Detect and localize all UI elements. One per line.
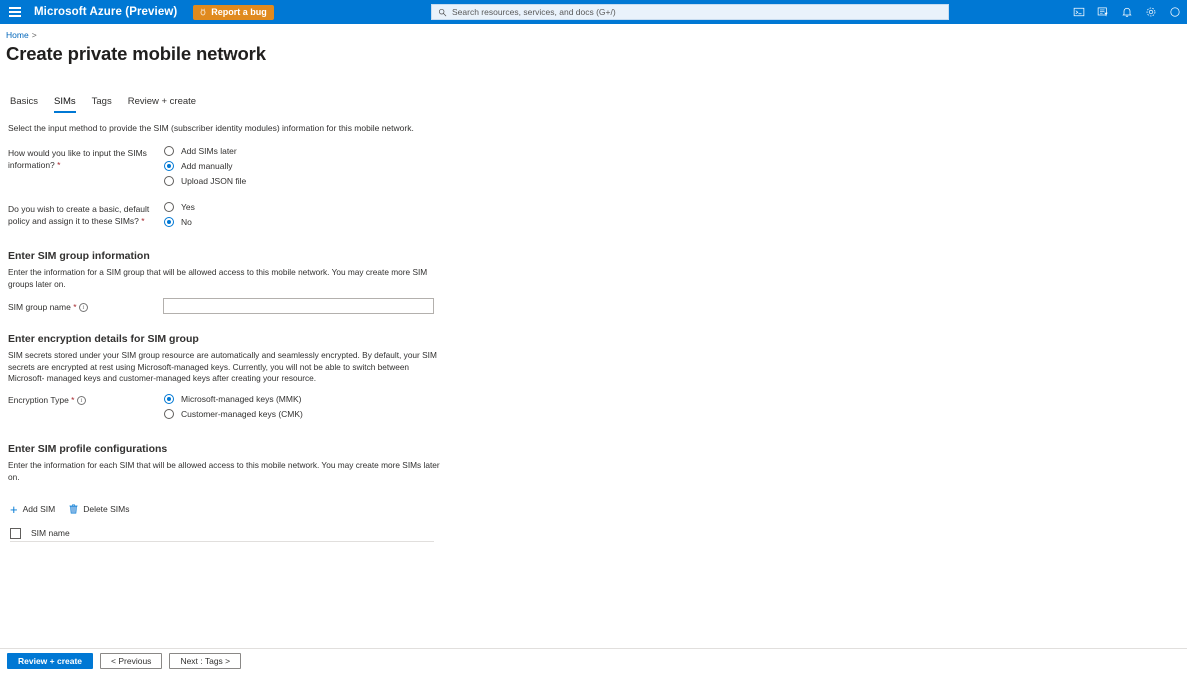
info-icon[interactable]: i bbox=[78, 303, 88, 313]
header-icon-group bbox=[1067, 0, 1187, 24]
radio-label: Customer-managed keys (CMK) bbox=[181, 408, 303, 419]
brand-title[interactable]: Microsoft Azure (Preview) bbox=[34, 6, 177, 18]
default-policy-label-line2: policy and assign it to these SIMs? * bbox=[8, 215, 145, 226]
wizard-footer: Review + create < Previous Next : Tags > bbox=[0, 649, 1187, 673]
add-sim-button[interactable]: + Add SIM bbox=[10, 501, 56, 517]
search-icon bbox=[438, 8, 447, 16]
breadcrumb-item-home[interactable]: Home bbox=[6, 30, 29, 40]
help-icon[interactable] bbox=[1163, 0, 1187, 24]
radio-label: Upload JSON file bbox=[181, 175, 247, 186]
next-tags-button[interactable]: Next : Tags > bbox=[169, 653, 242, 669]
sim-profiles-desc-line1: Enter the information for each SIM that … bbox=[8, 460, 440, 470]
radio-label: No bbox=[181, 216, 192, 227]
hamburger-menu-icon[interactable] bbox=[0, 0, 30, 24]
radio-add-sims-later[interactable]: Add SIMs later bbox=[164, 143, 246, 158]
search-placeholder: Search resources, services, and docs (G+… bbox=[452, 7, 616, 17]
default-policy-radio-group: Yes No bbox=[164, 199, 195, 229]
bug-icon bbox=[200, 8, 206, 16]
notifications-bell-icon[interactable] bbox=[1115, 0, 1139, 24]
sim-group-section-description: Enter the information for a SIM group th… bbox=[8, 267, 438, 290]
radio-label: Yes bbox=[181, 201, 195, 212]
default-policy-label-line1: Do you wish to create a basic, default bbox=[8, 204, 150, 214]
info-icon[interactable]: i bbox=[76, 396, 86, 406]
sim-group-name-label: SIM group name * i bbox=[8, 302, 88, 314]
input-method-label-line2: information? * bbox=[8, 159, 61, 170]
radio-microsoft-managed-keys[interactable]: Microsoft-managed keys (MMK) bbox=[164, 391, 303, 406]
select-all-sims-checkbox[interactable] bbox=[10, 527, 21, 539]
trash-icon bbox=[69, 504, 78, 514]
radio-dot-icon bbox=[164, 393, 174, 404]
sim-group-desc-line2: groups later on. bbox=[8, 278, 66, 289]
radio-customer-managed-keys[interactable]: Customer-managed keys (CMK) bbox=[164, 406, 303, 421]
page-more-menu-icon[interactable]: ··· bbox=[220, 48, 235, 60]
radio-upload-json-file[interactable]: Upload JSON file bbox=[164, 173, 246, 188]
wizard-tabs: Basics SIMs Tags Review + create bbox=[8, 96, 204, 113]
sim-group-desc-line1: Enter the information for a SIM group th… bbox=[8, 267, 428, 277]
sim-group-name-label-text: SIM group name * bbox=[8, 302, 77, 312]
breadcrumb: Home > bbox=[6, 30, 37, 40]
add-sim-label: Add SIM bbox=[22, 504, 56, 514]
sim-profiles-section-description: Enter the information for each SIM that … bbox=[8, 460, 440, 483]
sim-profiles-desc-line2: on. bbox=[8, 471, 20, 482]
breadcrumb-separator: > bbox=[31, 30, 37, 40]
radio-policy-yes[interactable]: Yes bbox=[164, 199, 195, 214]
plus-icon: + bbox=[10, 501, 18, 517]
radio-dot-icon bbox=[164, 216, 174, 227]
radio-label: Microsoft-managed keys (MMK) bbox=[181, 393, 302, 404]
previous-button[interactable]: < Previous bbox=[100, 653, 163, 669]
input-method-label: How would you like to input the SIMs inf… bbox=[8, 148, 153, 171]
radio-dot-icon bbox=[164, 145, 174, 156]
radio-dot-icon bbox=[164, 408, 174, 419]
tab-sims[interactable]: SIMs bbox=[46, 96, 84, 113]
encryption-type-radio-group: Microsoft-managed keys (MMK) Customer-ma… bbox=[164, 391, 303, 421]
radio-dot-icon bbox=[164, 160, 174, 171]
tab-review-create[interactable]: Review + create bbox=[120, 96, 204, 113]
sims-intro-text: Select the input method to provide the S… bbox=[8, 123, 414, 133]
encryption-section-heading: Enter encryption details for SIM group bbox=[8, 333, 199, 345]
sim-table-header-row: SIM name bbox=[10, 525, 434, 542]
report-a-bug-button[interactable]: Report a bug bbox=[193, 4, 274, 20]
encryption-type-label-text: Encryption Type * bbox=[8, 395, 75, 405]
delete-sims-label: Delete SIMs bbox=[83, 504, 130, 514]
directories-filter-icon[interactable] bbox=[1091, 0, 1115, 24]
settings-gear-icon[interactable] bbox=[1139, 0, 1163, 24]
radio-dot-icon bbox=[164, 201, 174, 212]
radio-dot-icon bbox=[164, 175, 174, 186]
column-header-sim-name: SIM name bbox=[31, 528, 70, 538]
sim-group-section-heading: Enter SIM group information bbox=[8, 250, 150, 262]
radio-policy-no[interactable]: No bbox=[164, 214, 195, 229]
encryption-desc-line3: managed keys and customer-managed keys a… bbox=[46, 373, 317, 383]
input-method-label-line1: How would you like to input the SIMs bbox=[8, 148, 147, 158]
encryption-desc-line1: SIM secrets stored under your SIM group … bbox=[8, 350, 437, 360]
encryption-section-description: SIM secrets stored under your SIM group … bbox=[8, 350, 440, 385]
sim-group-name-input[interactable] bbox=[163, 298, 434, 314]
radio-label: Add manually bbox=[181, 160, 233, 171]
sim-profiles-section-heading: Enter SIM profile configurations bbox=[8, 443, 168, 455]
default-policy-label: Do you wish to create a basic, default p… bbox=[8, 204, 158, 227]
encryption-type-label: Encryption Type * i bbox=[8, 395, 86, 407]
sim-command-bar: + Add SIM Delete SIMs bbox=[10, 501, 130, 517]
radio-add-manually[interactable]: Add manually bbox=[164, 158, 246, 173]
report-a-bug-label: Report a bug bbox=[211, 7, 267, 17]
tab-tags[interactable]: Tags bbox=[84, 96, 120, 113]
tab-basics[interactable]: Basics bbox=[8, 96, 46, 113]
input-method-radio-group: Add SIMs later Add manually Upload JSON … bbox=[164, 143, 246, 188]
review-create-button[interactable]: Review + create bbox=[7, 653, 94, 669]
cloud-shell-icon[interactable] bbox=[1067, 0, 1091, 24]
delete-sims-button[interactable]: Delete SIMs bbox=[69, 504, 130, 514]
radio-label: Add SIMs later bbox=[181, 145, 237, 156]
global-search-input[interactable]: Search resources, services, and docs (G+… bbox=[431, 4, 949, 20]
